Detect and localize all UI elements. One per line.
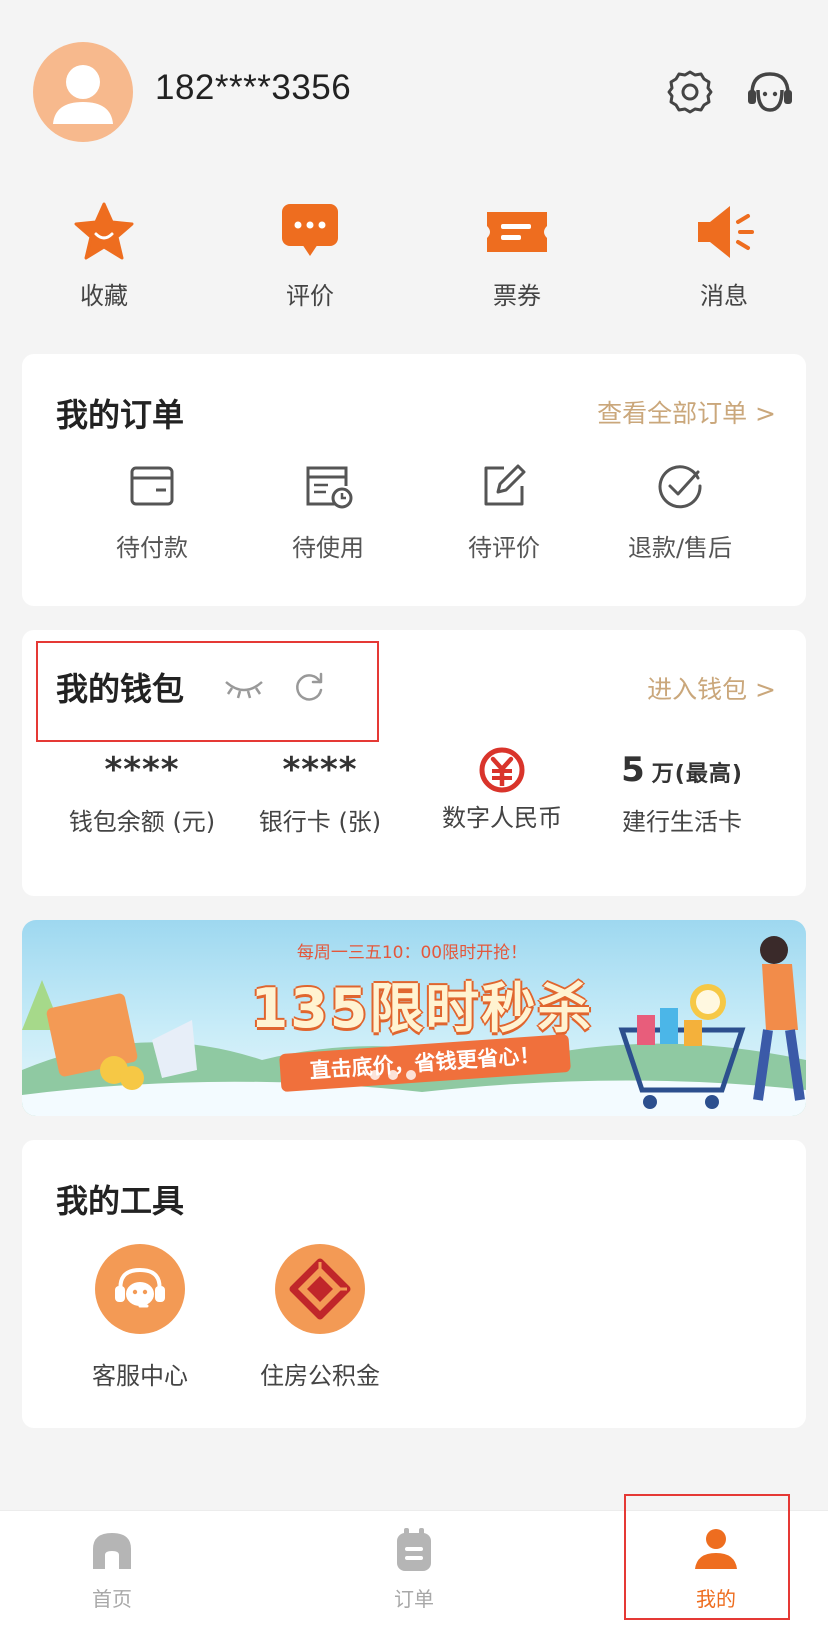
order-pending-payment[interactable]: 待付款 <box>64 460 240 563</box>
view-all-orders-link[interactable]: 查看全部订单 > <box>597 394 776 430</box>
ticket-icon <box>483 200 551 264</box>
orders-title: 我的订单 <box>56 396 185 434</box>
wallet-outline-icon <box>126 460 178 512</box>
quick-tickets[interactable]: 票券 <box>457 200 577 311</box>
order-to-use[interactable]: 待使用 <box>240 460 416 563</box>
chat-bubble-icon <box>276 200 344 264</box>
quick-actions: 收藏 评价 票券 消息 <box>0 200 828 320</box>
order-label: 退款/售后 <box>627 534 733 562</box>
wallet-bank-cards[interactable]: **** 银行卡 (张) <box>222 748 418 837</box>
quick-messages[interactable]: 消息 <box>664 200 784 311</box>
settings-button[interactable] <box>664 66 716 118</box>
calendar-clock-icon <box>302 460 354 512</box>
wallet-balance[interactable]: **** 钱包余额 (元) <box>44 748 240 837</box>
quick-label: 评价 <box>286 282 334 310</box>
banner-dot <box>370 1070 380 1080</box>
wallet-value: **** <box>104 750 180 790</box>
banner-title: 135限时秒杀 <box>250 977 594 1040</box>
enter-wallet-link[interactable]: 进入钱包 > <box>647 670 776 706</box>
customer-service-icon <box>95 1244 185 1334</box>
gear-icon <box>667 70 713 114</box>
avatar[interactable] <box>33 42 133 142</box>
quick-label: 消息 <box>700 282 748 310</box>
wallet-label: 银行卡 (张) <box>258 808 382 836</box>
order-label: 待评价 <box>468 534 540 562</box>
tools-card: 我的工具 客服中心 住房公积金 <box>22 1140 806 1428</box>
wallet-value-slot <box>404 744 600 793</box>
star-icon <box>70 200 138 264</box>
wallet-value: 5 <box>621 750 646 790</box>
tab-label: 首页 <box>92 1587 132 1611</box>
banner-dot <box>388 1070 398 1080</box>
tool-label: 住房公积金 <box>260 1362 380 1390</box>
tab-home[interactable]: 首页 <box>42 1525 182 1612</box>
tools-title: 我的工具 <box>56 1182 185 1220</box>
tab-orders[interactable]: 订单 <box>344 1525 484 1612</box>
headset-icon <box>748 72 792 112</box>
wallet-ccb-life-card[interactable]: 5 万(最高) 建行生活卡 <box>584 748 780 837</box>
quick-label: 收藏 <box>80 282 128 310</box>
banner-pagination <box>370 1070 416 1080</box>
housing-fund-icon <box>275 1244 365 1334</box>
avatar-icon <box>53 65 113 124</box>
user-phone: 182****3356 <box>155 68 352 107</box>
tool-housing-fund[interactable]: 住房公积金 <box>232 1244 408 1391</box>
tool-label: 客服中心 <box>92 1362 188 1390</box>
digital-rmb-icon <box>476 744 528 796</box>
banner-top-text: 每周一三五10：00限时开抢！ <box>296 943 528 963</box>
profile-tab-highlight <box>624 1494 790 1620</box>
edit-icon <box>478 460 530 512</box>
order-to-review[interactable]: 待评价 <box>416 460 592 563</box>
tab-label: 订单 <box>394 1587 434 1611</box>
wallet-value: **** <box>282 750 358 790</box>
order-refund[interactable]: 退款/售后 <box>592 460 768 563</box>
check-circle-icon <box>654 460 706 512</box>
quick-label: 票券 <box>493 282 541 310</box>
order-label: 待付款 <box>116 534 188 562</box>
order-label: 待使用 <box>292 534 364 562</box>
wallet-label: 数字人民币 <box>442 804 562 832</box>
wallet-label: 钱包余额 (元) <box>68 808 216 836</box>
wallet-digital-rmb[interactable]: 数字人民币 <box>404 747 600 833</box>
promo-banner[interactable]: 每周一三五10：00限时开抢！ 135限时秒杀 直击底价，省钱更省心！ <box>22 920 806 1116</box>
wallet-value-row: 5 万(最高) <box>584 748 780 792</box>
wallet-label: 建行生活卡 <box>622 808 742 836</box>
wallet-value-unit: 万(最高) <box>651 762 743 787</box>
speaker-icon <box>690 200 758 264</box>
banner-dot <box>406 1070 416 1080</box>
tool-customer-service[interactable]: 客服中心 <box>52 1244 228 1391</box>
quick-reviews[interactable]: 评价 <box>250 200 370 311</box>
customer-service-button[interactable] <box>744 66 796 118</box>
quick-favorites[interactable]: 收藏 <box>44 200 164 311</box>
orders-card: 我的订单 查看全部订单 > 待付款 待使用 待评价 退款/售后 <box>22 354 806 606</box>
home-icon <box>87 1525 137 1575</box>
profile-header: 182****3356 <box>0 0 828 170</box>
order-icon <box>389 1525 439 1575</box>
wallet-title-highlight <box>36 641 379 742</box>
